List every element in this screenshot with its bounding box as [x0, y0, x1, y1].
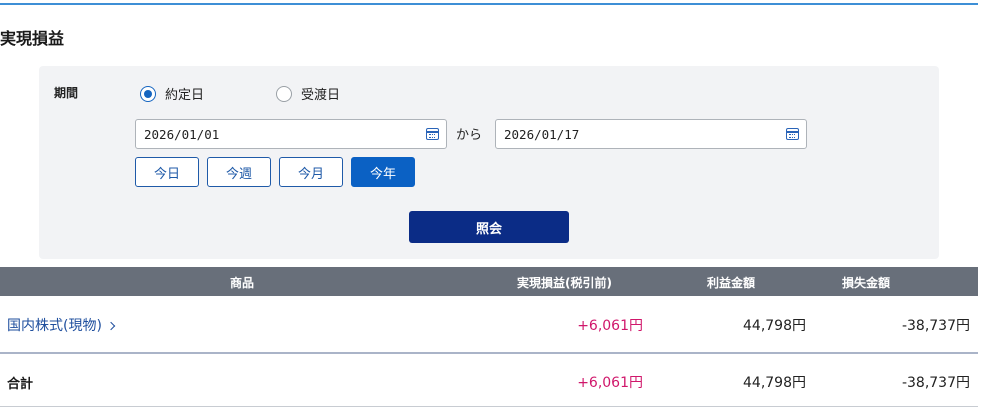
date-from-value: 2026/01/01 [144, 126, 220, 142]
loss-amount-value: -38,737円 [901, 318, 970, 334]
radio-delivery-date-indicator[interactable] [276, 85, 292, 102]
radio-delivery-date[interactable]: 受渡日 [276, 84, 340, 103]
date-to-input[interactable]: 2026/01/17 [495, 119, 807, 149]
page-title: 実現損益 [0, 29, 65, 48]
radio-contract-date-label: 約定日 [165, 88, 205, 103]
period-label: 期間 [54, 86, 79, 100]
this-year-button[interactable]: 今年 [351, 157, 415, 187]
search-submit-button[interactable]: 照会 [409, 211, 569, 243]
total-row: 合計 +6,061円 44,798円 -38,737円 [0, 352, 978, 407]
total-label: 合計 [7, 377, 34, 392]
filter-panel: 期間 約定日 受渡日 2026/01/01 から 2026/01/17 今日 今… [39, 66, 939, 259]
product-link[interactable]: 国内株式(現物) [7, 315, 116, 335]
this-month-button[interactable]: 今月 [279, 157, 343, 187]
date-from-input[interactable]: 2026/01/01 [135, 119, 447, 149]
header-loss-amount: 損失金額 [842, 276, 891, 290]
profit-amount-value: 44,798円 [743, 318, 806, 334]
header-product: 商品 [230, 276, 255, 290]
radio-contract-date[interactable]: 約定日 [140, 84, 204, 103]
table-row: 国内株式(現物) +6,061円 44,798円 -38,737円 [0, 296, 978, 352]
table-header: 商品 実現損益(税引前) 利益金額 損失金額 [0, 267, 978, 296]
product-name[interactable]: 国内株式(現物) [7, 318, 102, 334]
calendar-icon[interactable] [426, 128, 439, 140]
header-realized-pnl: 実現損益(税引前) [517, 276, 612, 290]
date-to-value: 2026/01/17 [504, 126, 580, 142]
today-button[interactable]: 今日 [135, 157, 199, 187]
total-loss-amount: -38,737円 [901, 375, 970, 391]
calendar-icon[interactable] [786, 128, 799, 140]
radio-delivery-date-label: 受渡日 [301, 88, 341, 103]
this-week-button[interactable]: 今週 [207, 157, 271, 187]
total-profit-amount: 44,798円 [743, 375, 806, 391]
realized-pnl-value: +6,061円 [577, 318, 643, 334]
top-divider [0, 3, 978, 5]
total-realized-pnl: +6,061円 [577, 375, 643, 391]
header-profit-amount: 利益金額 [707, 276, 756, 290]
chevron-right-icon[interactable] [106, 321, 116, 331]
range-connector: から [456, 128, 483, 143]
radio-contract-date-indicator[interactable] [140, 85, 156, 102]
